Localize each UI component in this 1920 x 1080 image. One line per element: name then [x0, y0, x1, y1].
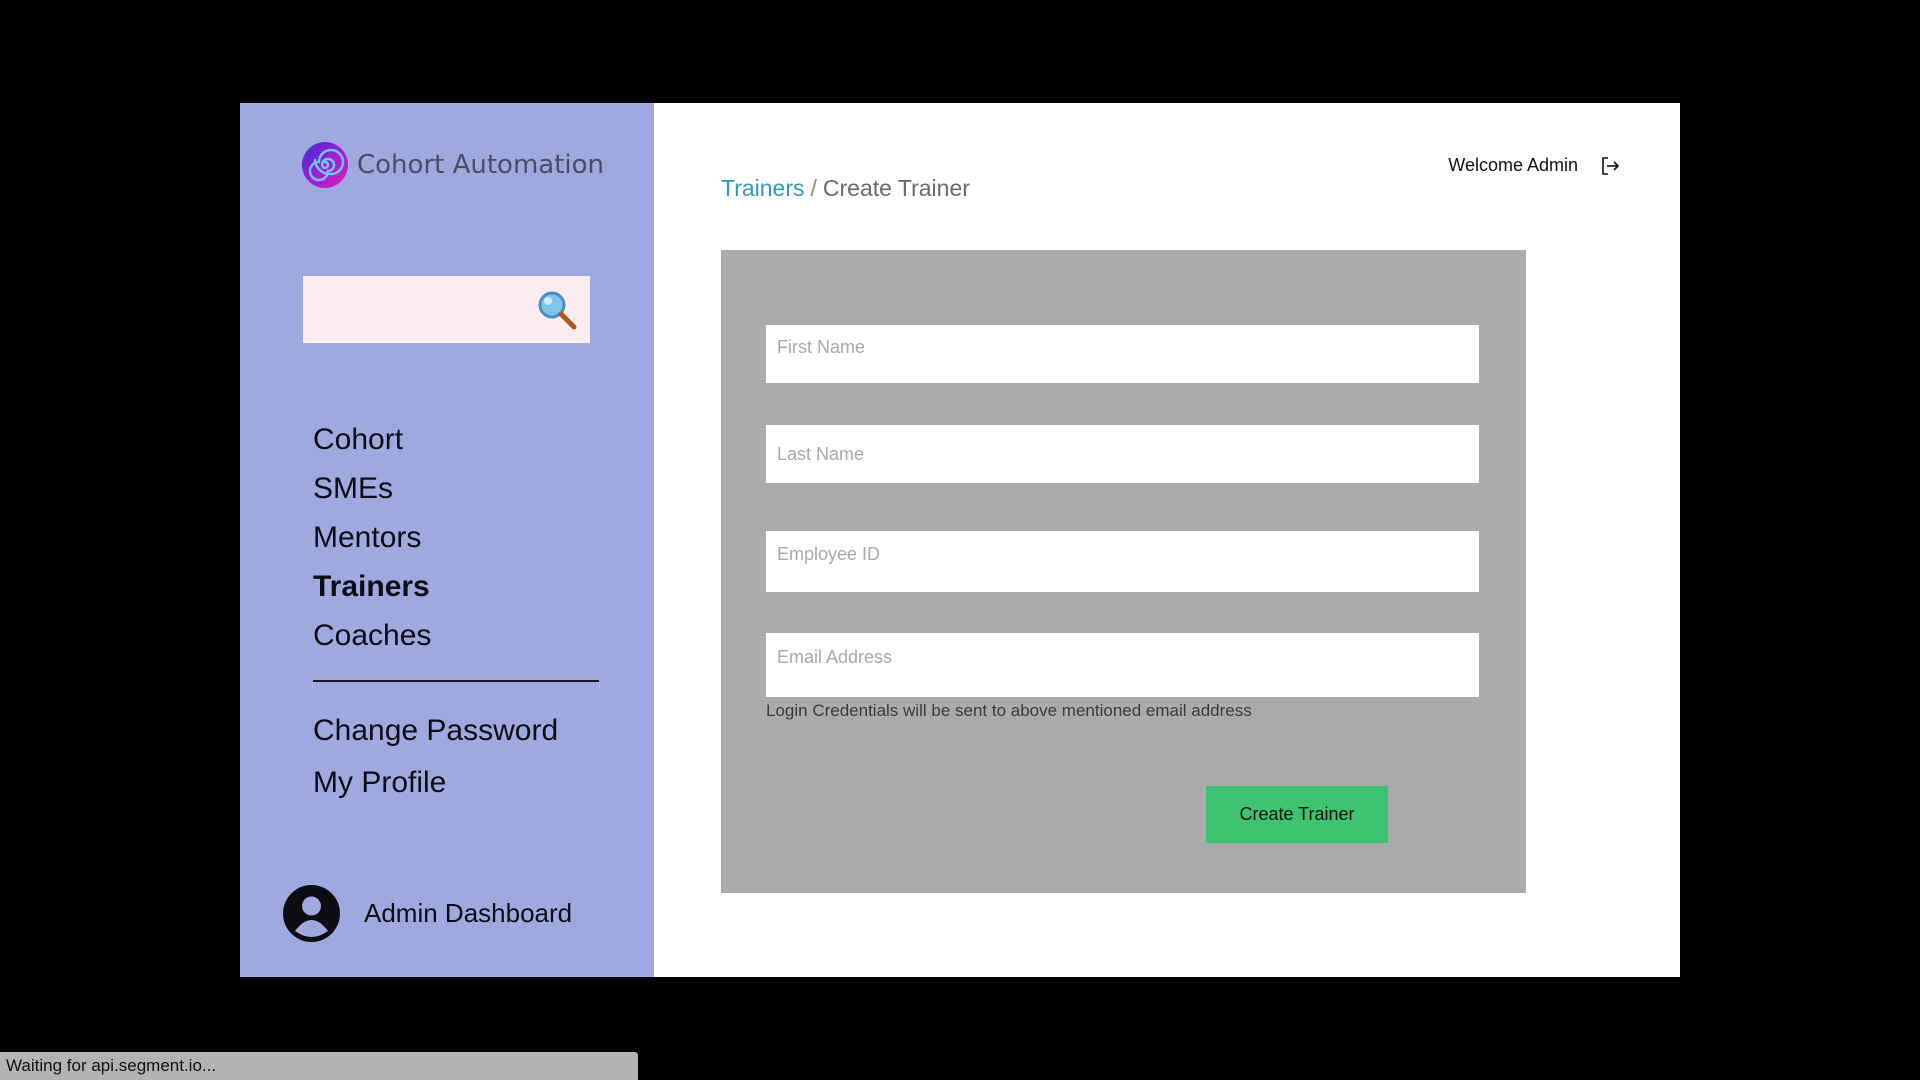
- breadcrumb-separator: /: [810, 175, 817, 201]
- welcome-text: Welcome Admin: [1448, 155, 1578, 175]
- sidebar-item-cohort[interactable]: Cohort: [313, 415, 431, 464]
- sidebar-item-coaches[interactable]: Coaches: [313, 611, 431, 660]
- logout-icon[interactable]: [1600, 156, 1620, 176]
- magnifier-icon[interactable]: [536, 289, 578, 331]
- account-nav: Change Password My Profile: [313, 705, 558, 809]
- sidebar-item-change-password[interactable]: Change Password: [313, 705, 558, 757]
- email-field[interactable]: [766, 633, 1479, 697]
- breadcrumb: Trainers / Create Trainer: [721, 175, 970, 202]
- sidebar-item-trainers[interactable]: Trainers: [313, 562, 431, 611]
- email-hint: Login Credentials will be sent to above …: [766, 701, 1252, 720]
- brand-name: Cohort Automation: [357, 150, 605, 180]
- sidebar-search: [303, 276, 590, 343]
- first-name-field[interactable]: [766, 325, 1479, 383]
- brand[interactable]: Cohort Automation: [301, 141, 604, 189]
- user-circle-icon: [283, 885, 340, 942]
- sidebar: Cohort Automation Cohort SMEs Mentors Tr…: [240, 103, 654, 977]
- search-input[interactable]: [303, 276, 523, 343]
- sidebar-item-mentors[interactable]: Mentors: [313, 513, 431, 562]
- employee-id-field[interactable]: [766, 531, 1479, 592]
- breadcrumb-trainers-link[interactable]: Trainers: [721, 175, 805, 201]
- welcome-area: Welcome Admin: [1448, 155, 1620, 176]
- create-trainer-button[interactable]: Create Trainer: [1206, 786, 1388, 843]
- sidebar-item-smes[interactable]: SMEs: [313, 464, 431, 513]
- sidebar-nav: Cohort SMEs Mentors Trainers Coaches: [313, 415, 431, 660]
- breadcrumb-current: Create Trainer: [822, 175, 970, 201]
- app-window: Cohort Automation Cohort SMEs Mentors Tr…: [240, 103, 1680, 977]
- user-label: Admin Dashboard: [364, 898, 573, 928]
- spiral-logo-icon: [302, 142, 348, 188]
- browser-status-bar: Waiting for api.segment.io...: [0, 1052, 638, 1080]
- nav-divider: [313, 680, 599, 682]
- sidebar-item-my-profile[interactable]: My Profile: [313, 757, 558, 809]
- last-name-field[interactable]: [766, 425, 1479, 483]
- user-dashboard-link[interactable]: Admin Dashboard: [283, 885, 572, 942]
- create-trainer-form: Login Credentials will be sent to above …: [721, 250, 1526, 893]
